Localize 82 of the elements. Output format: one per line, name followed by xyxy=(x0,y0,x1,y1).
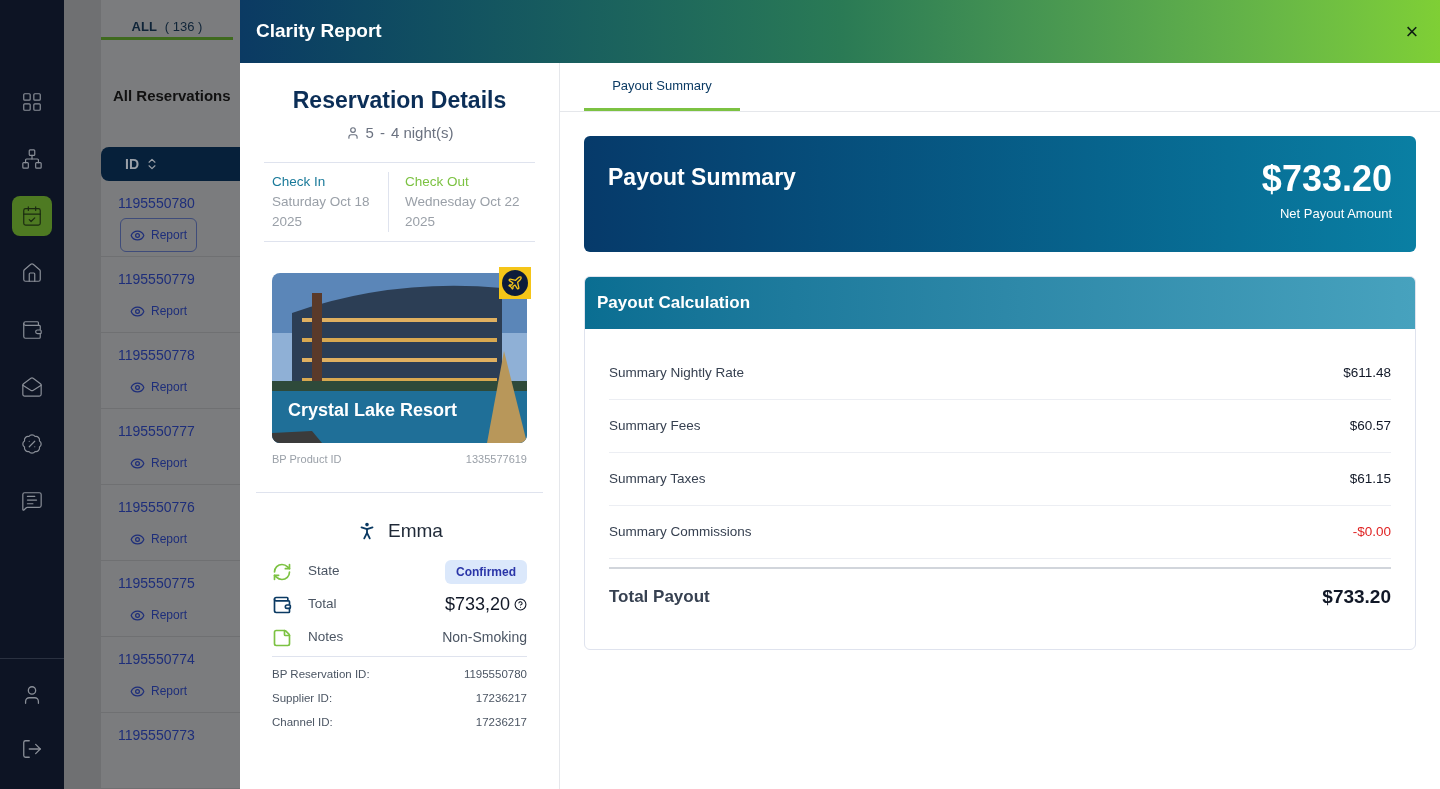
panel-title: Reservation Details xyxy=(292,86,507,115)
nights-count: 4 night(s) xyxy=(390,122,454,143)
network-icon xyxy=(21,148,43,170)
check-out-label: Check Out xyxy=(405,173,470,191)
detail-label: Total xyxy=(308,595,337,614)
report-button[interactable]: Report xyxy=(120,294,198,328)
report-button[interactable]: Report xyxy=(120,598,198,632)
detail-label: State xyxy=(308,562,340,581)
percent-badge-icon xyxy=(21,433,43,455)
tab[interactable]: Payout Summary xyxy=(584,63,740,111)
column-header[interactable]: ID xyxy=(125,153,139,175)
report-button[interactable]: Report xyxy=(120,218,198,252)
reservation-id-link[interactable]: 1195550777 xyxy=(118,421,195,442)
close-button[interactable]: × xyxy=(1400,19,1424,44)
modal-title: Clarity Report xyxy=(256,19,382,44)
reservation-id-link[interactable]: 1195550774 xyxy=(118,649,195,670)
reservation-id-link[interactable]: 1195550773 xyxy=(118,725,195,746)
eye-icon xyxy=(130,531,145,547)
chat-icon xyxy=(21,490,43,512)
grid-icon xyxy=(21,91,43,113)
id-label: Channel ID: xyxy=(272,715,333,731)
net-payout-caption: Net Payout Amount xyxy=(1280,205,1392,223)
eye-icon xyxy=(130,303,145,319)
id-value: 1195550780 xyxy=(463,667,527,683)
reservation-id-link[interactable]: 1195550780 xyxy=(118,193,195,214)
calculation-title: Payout Calculation xyxy=(597,292,751,315)
eye-icon xyxy=(130,683,145,699)
guest-count: 5 xyxy=(365,122,374,143)
status-badge: Confirmed xyxy=(445,559,527,584)
property-name: Crystal Lake Resort xyxy=(288,399,458,422)
line-item-amount: $60.57 xyxy=(1349,416,1391,435)
sync-arrows-icon xyxy=(272,561,292,582)
net-payout-amount: $733.20 xyxy=(1261,160,1392,198)
separator: - xyxy=(379,122,385,143)
note-icon xyxy=(272,627,292,648)
reservation-id-link[interactable]: 1195550778 xyxy=(118,345,195,366)
eye-icon xyxy=(130,455,145,471)
calendar-check-icon xyxy=(21,205,43,227)
report-button[interactable]: Report xyxy=(120,370,198,404)
help-icon[interactable] xyxy=(514,598,527,611)
line-item-amount: $61.15 xyxy=(1349,469,1391,488)
id-label: BP Reservation ID: xyxy=(272,667,370,683)
report-button[interactable]: Report xyxy=(120,674,198,708)
plane-icon xyxy=(507,275,523,291)
detail-value: Non-Smoking xyxy=(442,628,527,647)
id-label: Supplier ID: xyxy=(272,691,333,707)
line-item-label: Summary Fees xyxy=(609,416,701,435)
total-label: Total Payout xyxy=(609,586,710,609)
reservation-id-link[interactable]: 1195550775 xyxy=(118,573,195,594)
line-item-label: Summary Taxes xyxy=(609,469,706,488)
total-payout-amount: $733.20 xyxy=(1322,584,1391,609)
line-item-label: Summary Nightly Rate xyxy=(609,363,745,382)
report-button[interactable]: Report xyxy=(120,446,198,480)
line-item-amount: -$0.00 xyxy=(1352,522,1391,541)
id-value: 17236217 xyxy=(475,691,527,707)
product-id-label: BP Product ID xyxy=(272,452,342,467)
eye-icon xyxy=(130,379,145,395)
id-value: 17236217 xyxy=(475,715,527,731)
tab[interactable]: ALL ( 136 ) xyxy=(101,12,233,40)
home-icon xyxy=(21,262,43,284)
section-heading: All Reservations xyxy=(113,85,232,106)
report-button[interactable]: Report xyxy=(120,522,198,556)
line-item-amount: $611.48 xyxy=(1343,363,1391,382)
check-in-label: Check In xyxy=(272,173,327,191)
reservation-id-link[interactable]: 1195550779 xyxy=(118,269,195,290)
eye-icon xyxy=(130,227,145,243)
wallet-icon xyxy=(272,594,292,615)
eye-icon xyxy=(130,607,145,623)
logout-icon xyxy=(21,738,43,760)
mail-icon xyxy=(21,376,43,398)
product-id-value: 1335577619 xyxy=(465,452,527,467)
nav-item[interactable] xyxy=(12,196,52,236)
guest-name: Emma xyxy=(388,518,443,543)
summary-title: Payout Summary xyxy=(608,163,796,192)
total-amount: $733,20 xyxy=(444,593,510,616)
check-out-date: Wednesday Oct 22 2025 xyxy=(405,193,521,231)
person-icon xyxy=(345,125,360,140)
line-item-label: Summary Commissions xyxy=(609,522,752,541)
detail-label: Notes xyxy=(308,628,344,647)
reservation-id-link[interactable]: 1195550776 xyxy=(118,497,195,518)
check-in-date: Saturday Oct 18 2025 xyxy=(272,193,371,231)
wallet-icon xyxy=(21,319,43,341)
